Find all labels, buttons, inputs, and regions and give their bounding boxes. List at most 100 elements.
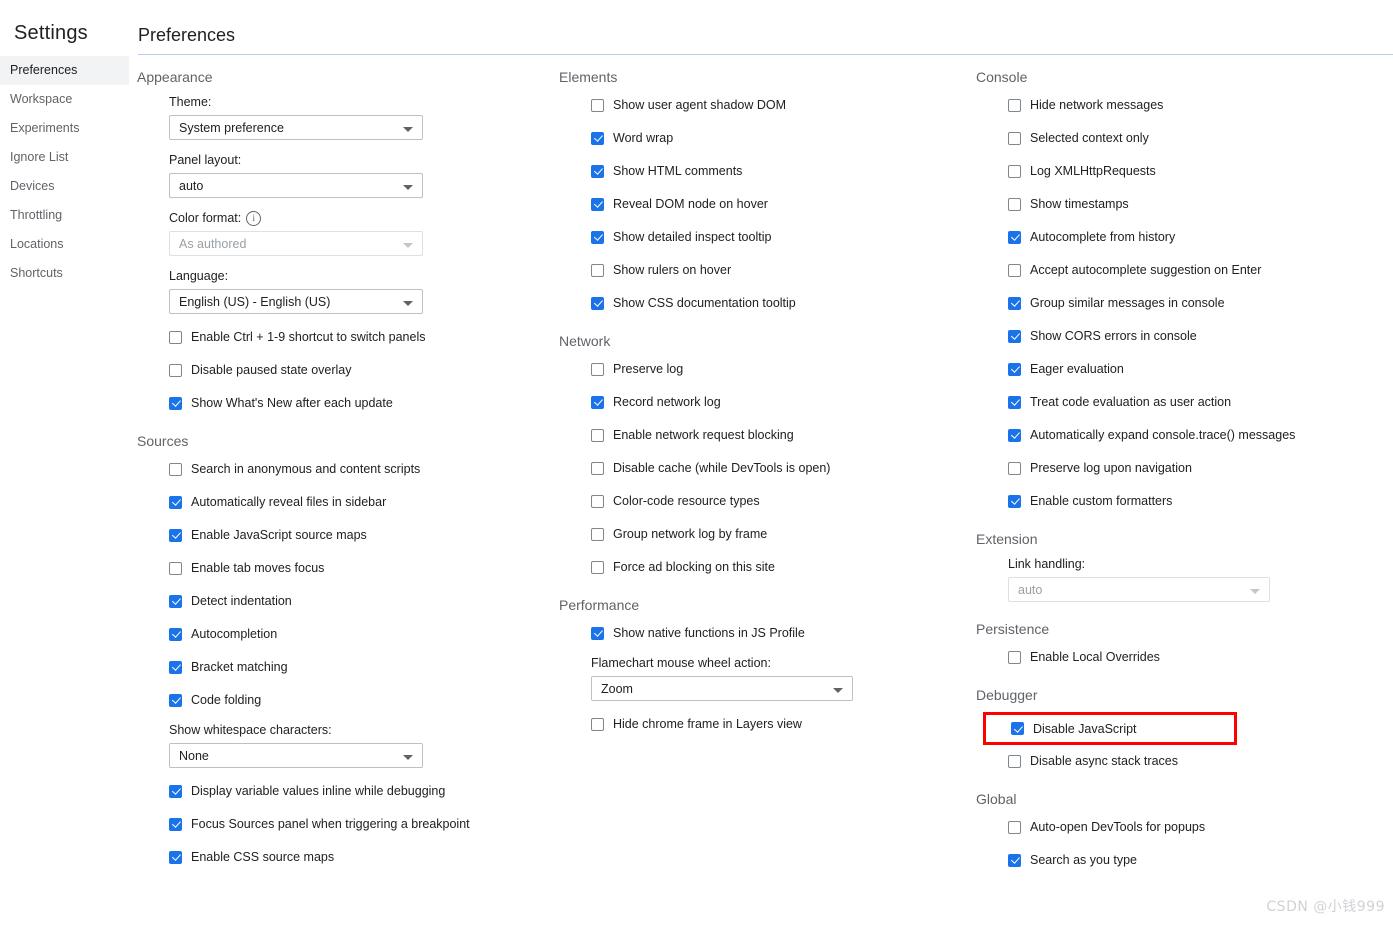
checkbox-disable-async-stack-traces[interactable]: Disable async stack traces	[976, 750, 1386, 772]
checkbox-eager-evaluation[interactable]: Eager evaluation	[976, 358, 1386, 380]
checkbox-checked-icon[interactable]	[591, 131, 604, 145]
checkbox-show-rulers-on-hover[interactable]: Show rulers on hover	[559, 259, 979, 281]
checkbox-unchecked-icon[interactable]	[591, 461, 604, 475]
checkbox-checked-icon[interactable]	[169, 594, 182, 608]
checkbox-enable-ctrl-1-9-shortcut-to-switch-panels[interactable]: Enable Ctrl + 1-9 shortcut to switch pan…	[137, 326, 557, 348]
checkbox-autocompletion[interactable]: Autocompletion	[137, 623, 557, 645]
checkbox-detect-indentation[interactable]: Detect indentation	[137, 590, 557, 612]
checkbox-unchecked-icon[interactable]	[1008, 263, 1021, 277]
checkbox-checked-icon[interactable]	[169, 528, 182, 542]
checkbox-unchecked-icon[interactable]	[1008, 164, 1021, 178]
checkbox-checked-icon[interactable]	[169, 817, 182, 831]
checkbox-checked-icon[interactable]	[591, 164, 604, 178]
checkbox-checked-icon[interactable]	[591, 230, 604, 244]
checkbox-checked-icon[interactable]	[591, 296, 604, 310]
checkbox-checked-icon[interactable]	[1008, 329, 1021, 343]
checkbox-reveal-dom-node-on-hover[interactable]: Reveal DOM node on hover	[559, 193, 979, 215]
checkbox-focus-sources-panel-when-triggering-a-breakpoint[interactable]: Focus Sources panel when triggering a br…	[137, 813, 557, 835]
checkbox-bracket-matching[interactable]: Bracket matching	[137, 656, 557, 678]
checkbox-disable-paused-state-overlay[interactable]: Disable paused state overlay	[137, 359, 557, 381]
checkbox-unchecked-icon[interactable]	[1008, 131, 1021, 145]
checkbox-unchecked-icon[interactable]	[169, 363, 182, 377]
checkbox-unchecked-icon[interactable]	[591, 428, 604, 442]
panel-layout-select[interactable]: auto	[169, 173, 423, 198]
checkbox-group-similar-messages-in-console[interactable]: Group similar messages in console	[976, 292, 1386, 314]
checkbox-checked-icon[interactable]	[1008, 230, 1021, 244]
sidebar-item-experiments[interactable]: Experiments	[0, 114, 129, 143]
checkbox-code-folding[interactable]: Code folding	[137, 689, 557, 711]
checkbox-unchecked-icon[interactable]	[591, 263, 604, 277]
checkbox-unchecked-icon[interactable]	[1008, 754, 1021, 768]
checkbox-checked-icon[interactable]	[169, 627, 182, 641]
checkbox-search-as-you-type[interactable]: Search as you type	[976, 849, 1386, 871]
checkbox-enable-network-request-blocking[interactable]: Enable network request blocking	[559, 424, 979, 446]
checkbox-show-native-functions-in-js-profile[interactable]: Show native functions in JS Profile	[559, 622, 979, 644]
sidebar-item-throttling[interactable]: Throttling	[0, 201, 129, 230]
checkbox-force-ad-blocking-on-this-site[interactable]: Force ad blocking on this site	[559, 556, 979, 578]
checkbox-checked-icon[interactable]	[1008, 494, 1021, 508]
checkbox-unchecked-icon[interactable]	[169, 330, 182, 344]
checkbox-enable-tab-moves-focus[interactable]: Enable tab moves focus	[137, 557, 557, 579]
checkbox-unchecked-icon[interactable]	[1008, 461, 1021, 475]
checkbox-treat-code-evaluation-as-user-action[interactable]: Treat code evaluation as user action	[976, 391, 1386, 413]
whitespace-select[interactable]: None	[169, 743, 423, 768]
checkbox-unchecked-icon[interactable]	[169, 561, 182, 575]
checkbox-show-detailed-inspect-tooltip[interactable]: Show detailed inspect tooltip	[559, 226, 979, 248]
sidebar-item-workspace[interactable]: Workspace	[0, 85, 129, 114]
checkbox-show-html-comments[interactable]: Show HTML comments	[559, 160, 979, 182]
checkbox-unchecked-icon[interactable]	[1008, 820, 1021, 834]
checkbox-disable-cache-while-devtools-is-open[interactable]: Disable cache (while DevTools is open)	[559, 457, 979, 479]
checkbox-accept-autocomplete-suggestion-on-enter[interactable]: Accept autocomplete suggestion on Enter	[976, 259, 1386, 281]
checkbox-word-wrap[interactable]: Word wrap	[559, 127, 979, 149]
flamechart-select[interactable]: Zoom	[591, 676, 853, 701]
checkbox-unchecked-icon[interactable]	[591, 560, 604, 574]
checkbox-selected-context-only[interactable]: Selected context only	[976, 127, 1386, 149]
checkbox-checked-icon[interactable]	[1008, 428, 1021, 442]
checkbox-checked-icon[interactable]	[1011, 722, 1024, 735]
checkbox-checked-icon[interactable]	[1008, 395, 1021, 409]
checkbox-checked-icon[interactable]	[591, 395, 604, 409]
sidebar-item-preferences[interactable]: Preferences	[0, 56, 129, 85]
checkbox-color-code-resource-types[interactable]: Color-code resource types	[559, 490, 979, 512]
checkbox-unchecked-icon[interactable]	[591, 98, 604, 112]
checkbox-preserve-log-upon-navigation[interactable]: Preserve log upon navigation	[976, 457, 1386, 479]
info-icon[interactable]: i	[246, 211, 262, 226]
checkbox-hide-chrome-frame-in-layers-view[interactable]: Hide chrome frame in Layers view	[559, 713, 979, 735]
checkbox-log-xmlhttprequests[interactable]: Log XMLHttpRequests	[976, 160, 1386, 182]
sidebar-item-locations[interactable]: Locations	[0, 230, 129, 259]
sidebar-item-devices[interactable]: Devices	[0, 172, 129, 201]
checkbox-show-css-documentation-tooltip[interactable]: Show CSS documentation tooltip	[559, 292, 979, 314]
checkbox-checked-icon[interactable]	[591, 626, 604, 640]
checkbox-automatically-expand-console-trace-messages[interactable]: Automatically expand console.trace() mes…	[976, 424, 1386, 446]
checkbox-checked-icon[interactable]	[169, 693, 182, 707]
sidebar-item-ignore-list[interactable]: Ignore List	[0, 143, 129, 172]
checkbox-checked-icon[interactable]	[1008, 296, 1021, 310]
checkbox-preserve-log[interactable]: Preserve log	[559, 358, 979, 380]
checkbox-unchecked-icon[interactable]	[591, 362, 604, 376]
checkbox-checked-icon[interactable]	[169, 495, 182, 509]
checkbox-checked-icon[interactable]	[169, 396, 182, 410]
checkbox-checked-icon[interactable]	[169, 784, 182, 798]
checkbox-unchecked-icon[interactable]	[591, 494, 604, 508]
checkbox-unchecked-icon[interactable]	[1008, 197, 1021, 211]
checkbox-checked-icon[interactable]	[169, 850, 182, 864]
checkbox-record-network-log[interactable]: Record network log	[559, 391, 979, 413]
checkbox-hide-network-messages[interactable]: Hide network messages	[976, 94, 1386, 116]
sidebar-item-shortcuts[interactable]: Shortcuts	[0, 259, 129, 288]
checkbox-show-cors-errors-in-console[interactable]: Show CORS errors in console	[976, 325, 1386, 347]
checkbox-checked-icon[interactable]	[169, 660, 182, 674]
checkbox-unchecked-icon[interactable]	[169, 462, 182, 476]
checkbox-search-in-anonymous-and-content-scripts[interactable]: Search in anonymous and content scripts	[137, 458, 557, 480]
checkbox-enable-javascript-source-maps[interactable]: Enable JavaScript source maps	[137, 524, 557, 546]
checkbox-unchecked-icon[interactable]	[1008, 98, 1021, 112]
checkbox-auto-open-devtools-for-popups[interactable]: Auto-open DevTools for popups	[976, 816, 1386, 838]
checkbox-enable-css-source-maps[interactable]: Enable CSS source maps	[137, 846, 557, 868]
checkbox-show-timestamps[interactable]: Show timestamps	[976, 193, 1386, 215]
language-select[interactable]: English (US) - English (US)	[169, 289, 423, 314]
checkbox-show-what-s-new-after-each-update[interactable]: Show What's New after each update	[137, 392, 557, 414]
checkbox-enable-custom-formatters[interactable]: Enable custom formatters	[976, 490, 1386, 512]
checkbox-checked-icon[interactable]	[1008, 853, 1021, 867]
checkbox-unchecked-icon[interactable]	[591, 527, 604, 541]
checkbox-automatically-reveal-files-in-sidebar[interactable]: Automatically reveal files in sidebar	[137, 491, 557, 513]
checkbox-unchecked-icon[interactable]	[591, 717, 604, 731]
